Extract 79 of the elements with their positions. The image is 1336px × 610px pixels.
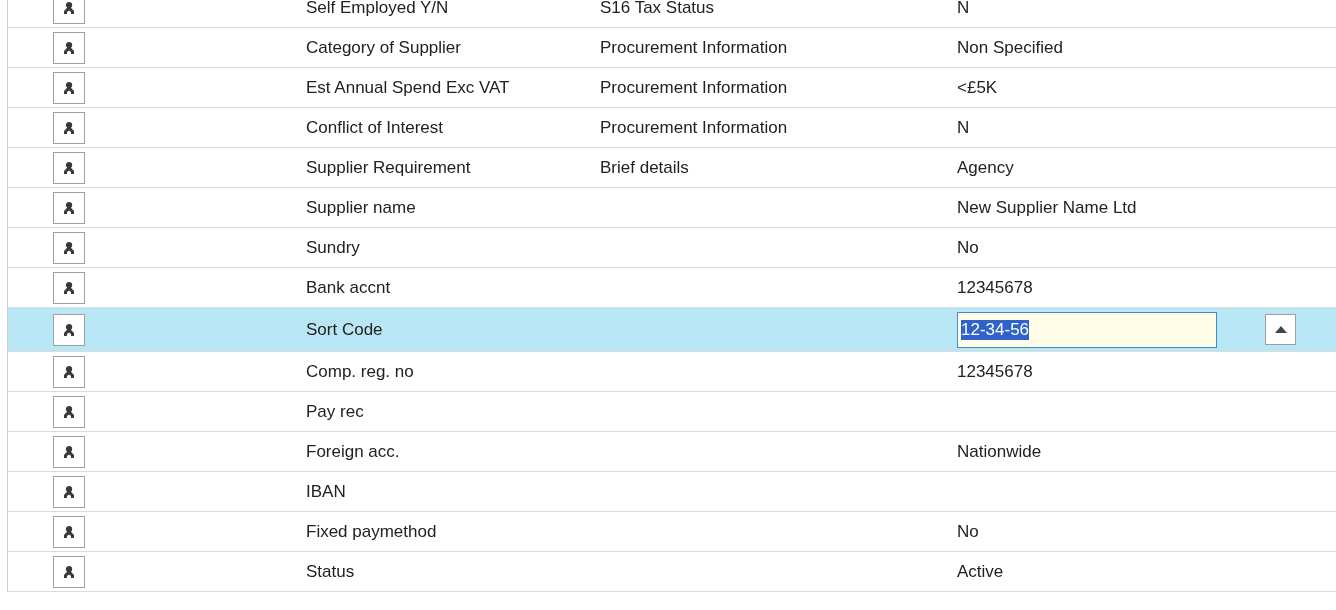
person-icon — [61, 199, 77, 216]
field-label: Pay rec — [306, 401, 364, 421]
person-icon — [61, 0, 77, 16]
table-row[interactable]: Conflict of Interest Procurement Information N — [8, 108, 1336, 148]
person-icon — [61, 79, 77, 96]
person-icon-button[interactable] — [53, 31, 85, 64]
person-icon — [61, 563, 77, 580]
field-label: Category of Supplier — [306, 37, 461, 57]
person-icon-button[interactable] — [53, 475, 85, 508]
table-row[interactable]: Category of Supplier Procurement Information Non Specified — [8, 28, 1336, 68]
person-icon — [61, 403, 77, 420]
person-icon — [61, 321, 77, 338]
person-icon — [61, 279, 77, 296]
section-name: S16 Tax Status — [600, 0, 715, 17]
field-label: Conflict of Interest — [306, 117, 443, 137]
person-icon-button[interactable] — [53, 271, 85, 304]
person-icon — [61, 239, 77, 256]
field-label: Fixed paymethod — [306, 521, 437, 541]
person-icon-button[interactable] — [53, 151, 85, 184]
person-icon-button[interactable] — [53, 0, 85, 24]
caret-up-icon — [1274, 326, 1287, 333]
field-label: Comp. reg. no — [306, 361, 414, 381]
section-name: Procurement Information — [600, 117, 788, 137]
field-label: Supplier name — [306, 197, 416, 217]
table-row[interactable]: Self Employed Y/N S16 Tax Status N — [8, 0, 1336, 28]
table-row[interactable]: IBAN — [8, 472, 1336, 512]
field-label: Sundry — [306, 237, 360, 257]
table-row[interactable]: Est Annual Spend Exc VAT Procurement Information <£5K — [8, 68, 1336, 108]
table-row[interactable]: Status Active — [8, 552, 1336, 592]
person-icon — [61, 119, 77, 136]
table-row[interactable]: Supplier Requirement Brief details Agency — [8, 148, 1336, 188]
field-value: Nationwide — [957, 441, 1042, 461]
field-label: Est Annual Spend Exc VAT — [306, 77, 510, 97]
person-icon-button[interactable] — [53, 231, 85, 264]
person-icon — [61, 443, 77, 460]
field-value: Non Specified — [957, 37, 1063, 57]
field-value: Agency — [957, 157, 1014, 177]
person-icon-button[interactable] — [53, 555, 85, 588]
person-icon-button[interactable] — [53, 111, 85, 144]
field-value: Active — [957, 561, 1004, 581]
field-label: Foreign acc. — [306, 441, 400, 461]
person-icon — [61, 159, 77, 176]
person-icon-button[interactable] — [53, 435, 85, 468]
person-icon-button[interactable] — [53, 313, 85, 346]
field-value: N — [957, 117, 970, 137]
field-value: 12345678 — [957, 277, 1033, 297]
person-icon-button[interactable] — [53, 71, 85, 104]
person-icon-button[interactable] — [53, 191, 85, 224]
person-icon — [61, 523, 77, 540]
table-row[interactable]: Supplier name New Supplier Name Ltd — [8, 188, 1336, 228]
person-icon — [61, 39, 77, 56]
person-icon-button[interactable] — [53, 395, 85, 428]
person-icon — [61, 363, 77, 380]
field-label: Status — [306, 561, 355, 581]
field-value: No — [957, 521, 979, 541]
field-label: IBAN — [306, 481, 346, 501]
field-label: Bank accnt — [306, 277, 391, 297]
table-row[interactable]: Fixed paymethod No — [8, 512, 1336, 552]
table-row[interactable]: Comp. reg. no 12345678 — [8, 352, 1336, 392]
table-row[interactable]: Foreign acc. Nationwide — [8, 432, 1336, 472]
field-label: Sort Code — [306, 319, 383, 339]
table-row[interactable]: Pay rec — [8, 392, 1336, 432]
person-icon-button[interactable] — [53, 355, 85, 388]
person-icon-button[interactable] — [53, 515, 85, 548]
input-field[interactable]: 12-34-56 — [957, 311, 1217, 348]
selected-row[interactable]: Sort Code 12-34-56 — [8, 308, 1336, 352]
section-name: Procurement Information — [600, 37, 788, 57]
section-name: Procurement Information — [600, 77, 788, 97]
field-label: Supplier Requirement — [306, 157, 471, 177]
person-icon — [61, 483, 77, 500]
dropdown-button[interactable] — [1265, 314, 1296, 345]
field-value: New Supplier Name Ltd — [957, 197, 1137, 217]
field-value: No — [957, 237, 979, 257]
field-value: <£5K — [957, 77, 998, 97]
table-row[interactable]: Sundry No — [8, 228, 1336, 268]
field-label: Self Employed Y/N — [306, 0, 449, 17]
field-value: N — [957, 0, 970, 17]
section-name: Brief details — [600, 157, 689, 177]
field-value: 12345678 — [957, 361, 1033, 381]
